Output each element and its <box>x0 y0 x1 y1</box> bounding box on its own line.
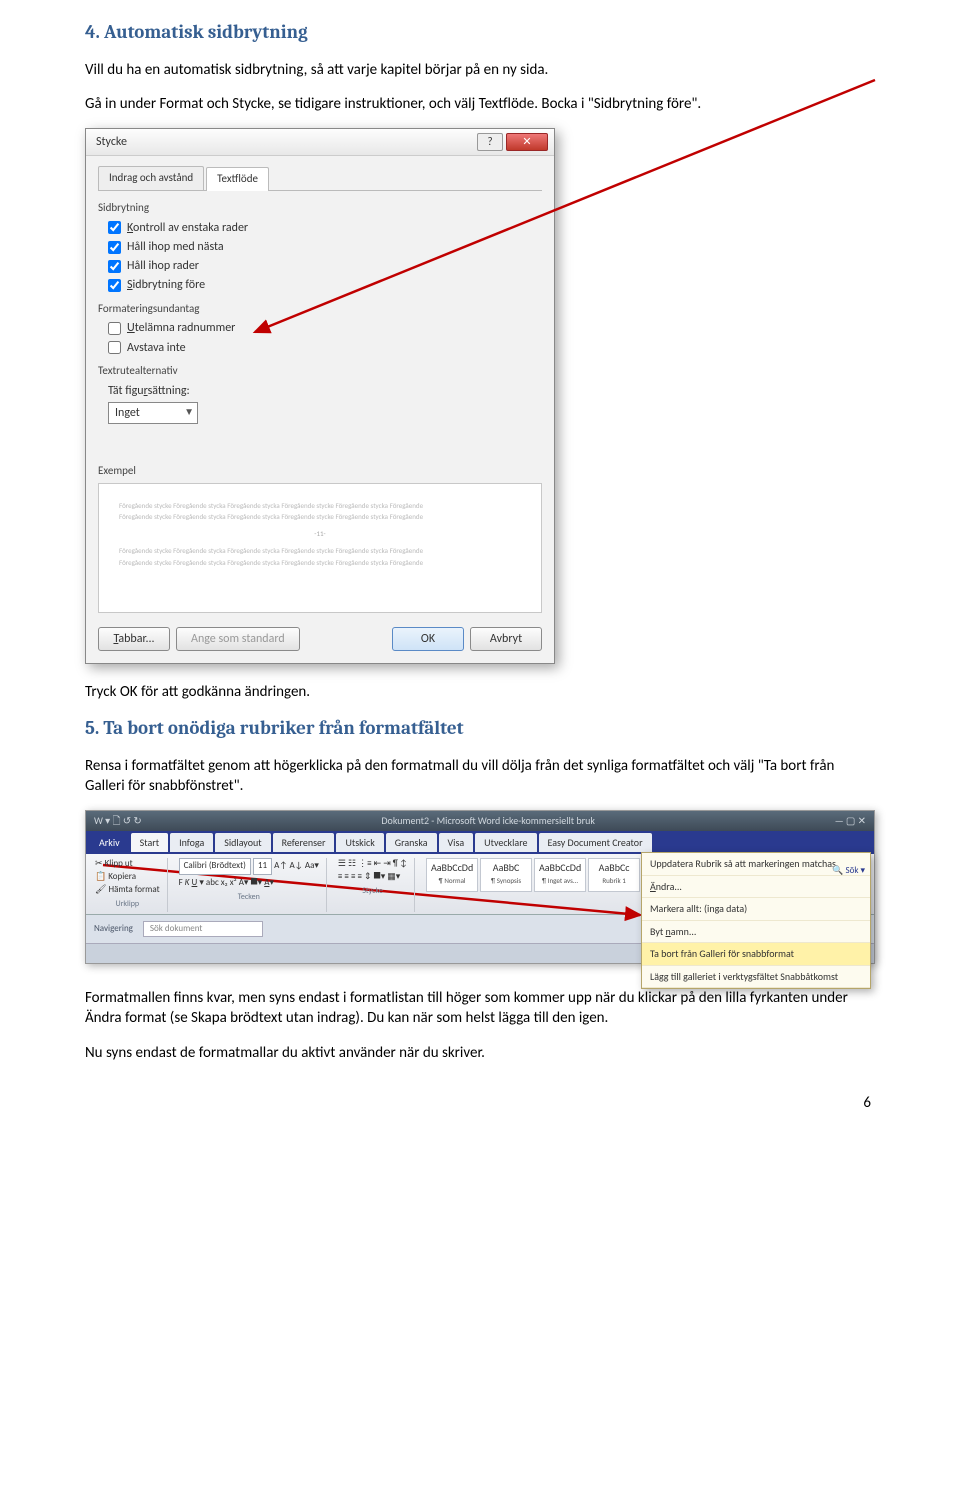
cb-hall-ihop-rader[interactable] <box>108 260 121 273</box>
section5-heading: 5. Ta bort onödiga rubriker från formatf… <box>85 716 875 742</box>
preview-box: Föregående stycke Föregående stycka Före… <box>98 483 542 613</box>
group-stycke-label: Stycke <box>338 886 407 897</box>
preview-mid: -11- <box>119 528 521 539</box>
section5-p2: Formatmallen finns kvar, men syns endast… <box>85 988 875 1029</box>
cut-button[interactable]: ✂ Klipp ut <box>95 858 160 871</box>
cb-avstava-inte[interactable] <box>108 341 121 354</box>
stycke-dialog-wrap: Stycke ? ✕ Indrag och avstånd Textflöde … <box>85 128 875 664</box>
cb-hall-ihop-rader-label: Håll ihop rader <box>127 258 199 274</box>
format-painter-button[interactable]: 🖌 Hämta format <box>95 884 160 897</box>
style-thumb-0[interactable]: AaBbCcDd¶ Normal <box>426 858 478 892</box>
cb-kontroll-enstaka[interactable] <box>108 221 121 234</box>
nav-label: Navigering <box>94 923 133 935</box>
dialog-help-button[interactable]: ? <box>477 133 503 151</box>
section4-after: Tryck OK för att godkänna ändringen. <box>85 682 875 702</box>
para-row1[interactable]: ☰ ☷ ⋮≡ ⇤ ⇥ ¶ ↕ <box>338 858 407 870</box>
group-tecken: Calibri (Brödtext) 11 A↑ A↓ Aa▾ F K U ▾ … <box>176 858 327 912</box>
cancel-button[interactable]: Avbryt <box>470 627 542 651</box>
group-stycke: ☰ ☷ ⋮≡ ⇤ ⇥ ¶ ↕ ≡ ≡ ≡ ≡ ⇕ ⯀▾ ▦▾ Stycke <box>335 858 415 912</box>
stycke-dialog: Stycke ? ✕ Indrag och avstånd Textflöde … <box>85 128 555 664</box>
tabs-button[interactable]: Tabbar... <box>98 627 170 651</box>
tab-utvecklare[interactable]: Utvecklare <box>475 833 536 853</box>
font-size-select[interactable]: 11 <box>253 858 272 874</box>
section4-heading: 4. Automatisk sidbrytning <box>85 20 875 46</box>
group-sidbrytning: Sidbrytning <box>98 201 542 216</box>
section4-p1: Vill du ha en automatisk sidbrytning, så… <box>85 60 875 80</box>
sok-button[interactable]: 🔍 Sök ▾ <box>832 865 865 877</box>
qat-icons: W ▾ 🗋 ↺ ↻ <box>94 814 142 828</box>
group-textrutealternativ: Textrutealternativ <box>98 364 542 379</box>
page-number: 6 <box>85 1093 875 1113</box>
search-group: 🔍 Sök ▾ <box>832 865 865 877</box>
preview-line3: Föregående stycke Föregående stycka Före… <box>119 545 521 556</box>
chevron-down-icon: ▼ <box>184 405 194 419</box>
cb-sidbrytning-fore-label: Sidbrytning före <box>127 277 205 293</box>
group-urklipp: ✂ Klipp ut 📋 Kopiera 🖌 Hämta format Urkl… <box>92 858 168 912</box>
tight-wrap-value: Inget <box>115 406 140 420</box>
cb-utelamna-radnummer-label: Utelämna radnummer <box>127 320 235 336</box>
cb-utelamna-radnummer[interactable] <box>108 322 121 335</box>
style-thumb-2[interactable]: AaBbCcDd¶ Inget avs... <box>534 858 586 892</box>
cm-ta-bort-galleri[interactable]: Ta bort från Galleri för snabbformat <box>642 943 870 966</box>
tight-wrap-label: Tät figursättning: <box>108 383 190 399</box>
style-thumb-1[interactable]: AaBbC¶ Synopsis <box>480 858 532 892</box>
window-titlebar: W ▾ 🗋 ↺ ↻ Dokument2 - Microsoft Word ick… <box>86 811 874 831</box>
tab-referenser[interactable]: Referenser <box>273 833 335 853</box>
cm-markera-allt[interactable]: Markera allt: (inga data) <box>642 898 870 921</box>
preview-line: Föregående stycke Föregående stycka Före… <box>119 500 521 511</box>
tab-granska[interactable]: Granska <box>386 833 437 853</box>
font-name-select[interactable]: Calibri (Brödtext) <box>179 858 251 874</box>
group-formateringsundantag: Formateringsundantag <box>98 302 542 317</box>
para-row2[interactable]: ≡ ≡ ≡ ≡ ⇕ ⯀▾ ▦▾ <box>338 871 407 883</box>
word-ribbon-screenshot: W ▾ 🗋 ↺ ↻ Dokument2 - Microsoft Word ick… <box>85 810 875 964</box>
style-thumb-3[interactable]: AaBbCcRubrik 1 <box>588 858 640 892</box>
section5-p1: Rensa i formatfältet genom att högerklic… <box>85 756 875 797</box>
window-controls[interactable]: — ▢ ✕ <box>835 814 866 828</box>
cb-hall-ihop-nasta[interactable] <box>108 241 121 254</box>
cm-byt-namn[interactable]: Byt namn... <box>642 921 870 944</box>
copy-button[interactable]: 📋 Kopiera <box>95 871 160 884</box>
nav-search-input[interactable]: Sök dokument <box>143 921 264 937</box>
ribbon-tabs: Arkiv Start Infoga Sidlayout Referenser … <box>86 831 874 855</box>
window-title: Dokument2 - Microsoft Word icke-kommersi… <box>381 814 595 828</box>
section5-p3: Nu syns endast de formatmallar du aktivt… <box>85 1043 875 1063</box>
cb-kontroll-enstaka-label: KKontroll av enstaka raderontroll av ens… <box>127 220 248 236</box>
tab-indrag[interactable]: Indrag och avstånd <box>98 166 204 190</box>
cm-andra[interactable]: Ändra... <box>642 876 870 899</box>
tab-start[interactable]: Start <box>131 833 168 853</box>
preview-line4: Föregående stycke Föregående stycka Före… <box>119 557 521 568</box>
tab-easy-doc[interactable]: Easy Document Creator <box>539 833 652 853</box>
tab-visa[interactable]: Visa <box>439 833 474 853</box>
cb-avstava-inte-label: Avstava inte <box>127 340 186 356</box>
tab-textflode[interactable]: Textflöde <box>206 167 269 191</box>
tab-sidlayout[interactable]: Sidlayout <box>215 833 270 853</box>
dialog-title: Stycke <box>96 134 127 150</box>
ok-button[interactable]: OK <box>392 627 464 651</box>
preview-line2: Föregående stycke Föregående stycka Före… <box>119 511 521 522</box>
cm-lagg-till-qat[interactable]: Lägg till galleriet i verktygsfältet Sna… <box>642 966 870 989</box>
font-format-row[interactable]: F K U ▾ abc x₂ x² A▾ ⯀▾ A▾ <box>179 877 319 889</box>
tight-wrap-select[interactable]: Inget ▼ <box>108 402 198 424</box>
dialog-titlebar: Stycke ? ✕ <box>86 129 554 156</box>
group-tecken-label: Tecken <box>179 892 319 903</box>
tab-utskick[interactable]: Utskick <box>336 833 383 853</box>
dialog-close-button[interactable]: ✕ <box>506 133 548 151</box>
default-button[interactable]: Ange som standard <box>176 627 300 651</box>
section4-p2: Gå in under Format och Stycke, se tidiga… <box>85 94 875 114</box>
cb-sidbrytning-fore[interactable] <box>108 279 121 292</box>
tab-infoga[interactable]: Infoga <box>170 833 213 853</box>
group-exempel: Exempel <box>98 464 542 479</box>
cb-hall-ihop-nasta-label: Håll ihop med nästa <box>127 239 224 255</box>
font-grow-icon[interactable]: A↑ A↓ Aa▾ <box>274 860 319 871</box>
group-urklipp-label: Urklipp <box>95 899 160 910</box>
tab-arkiv[interactable]: Arkiv <box>90 833 129 853</box>
